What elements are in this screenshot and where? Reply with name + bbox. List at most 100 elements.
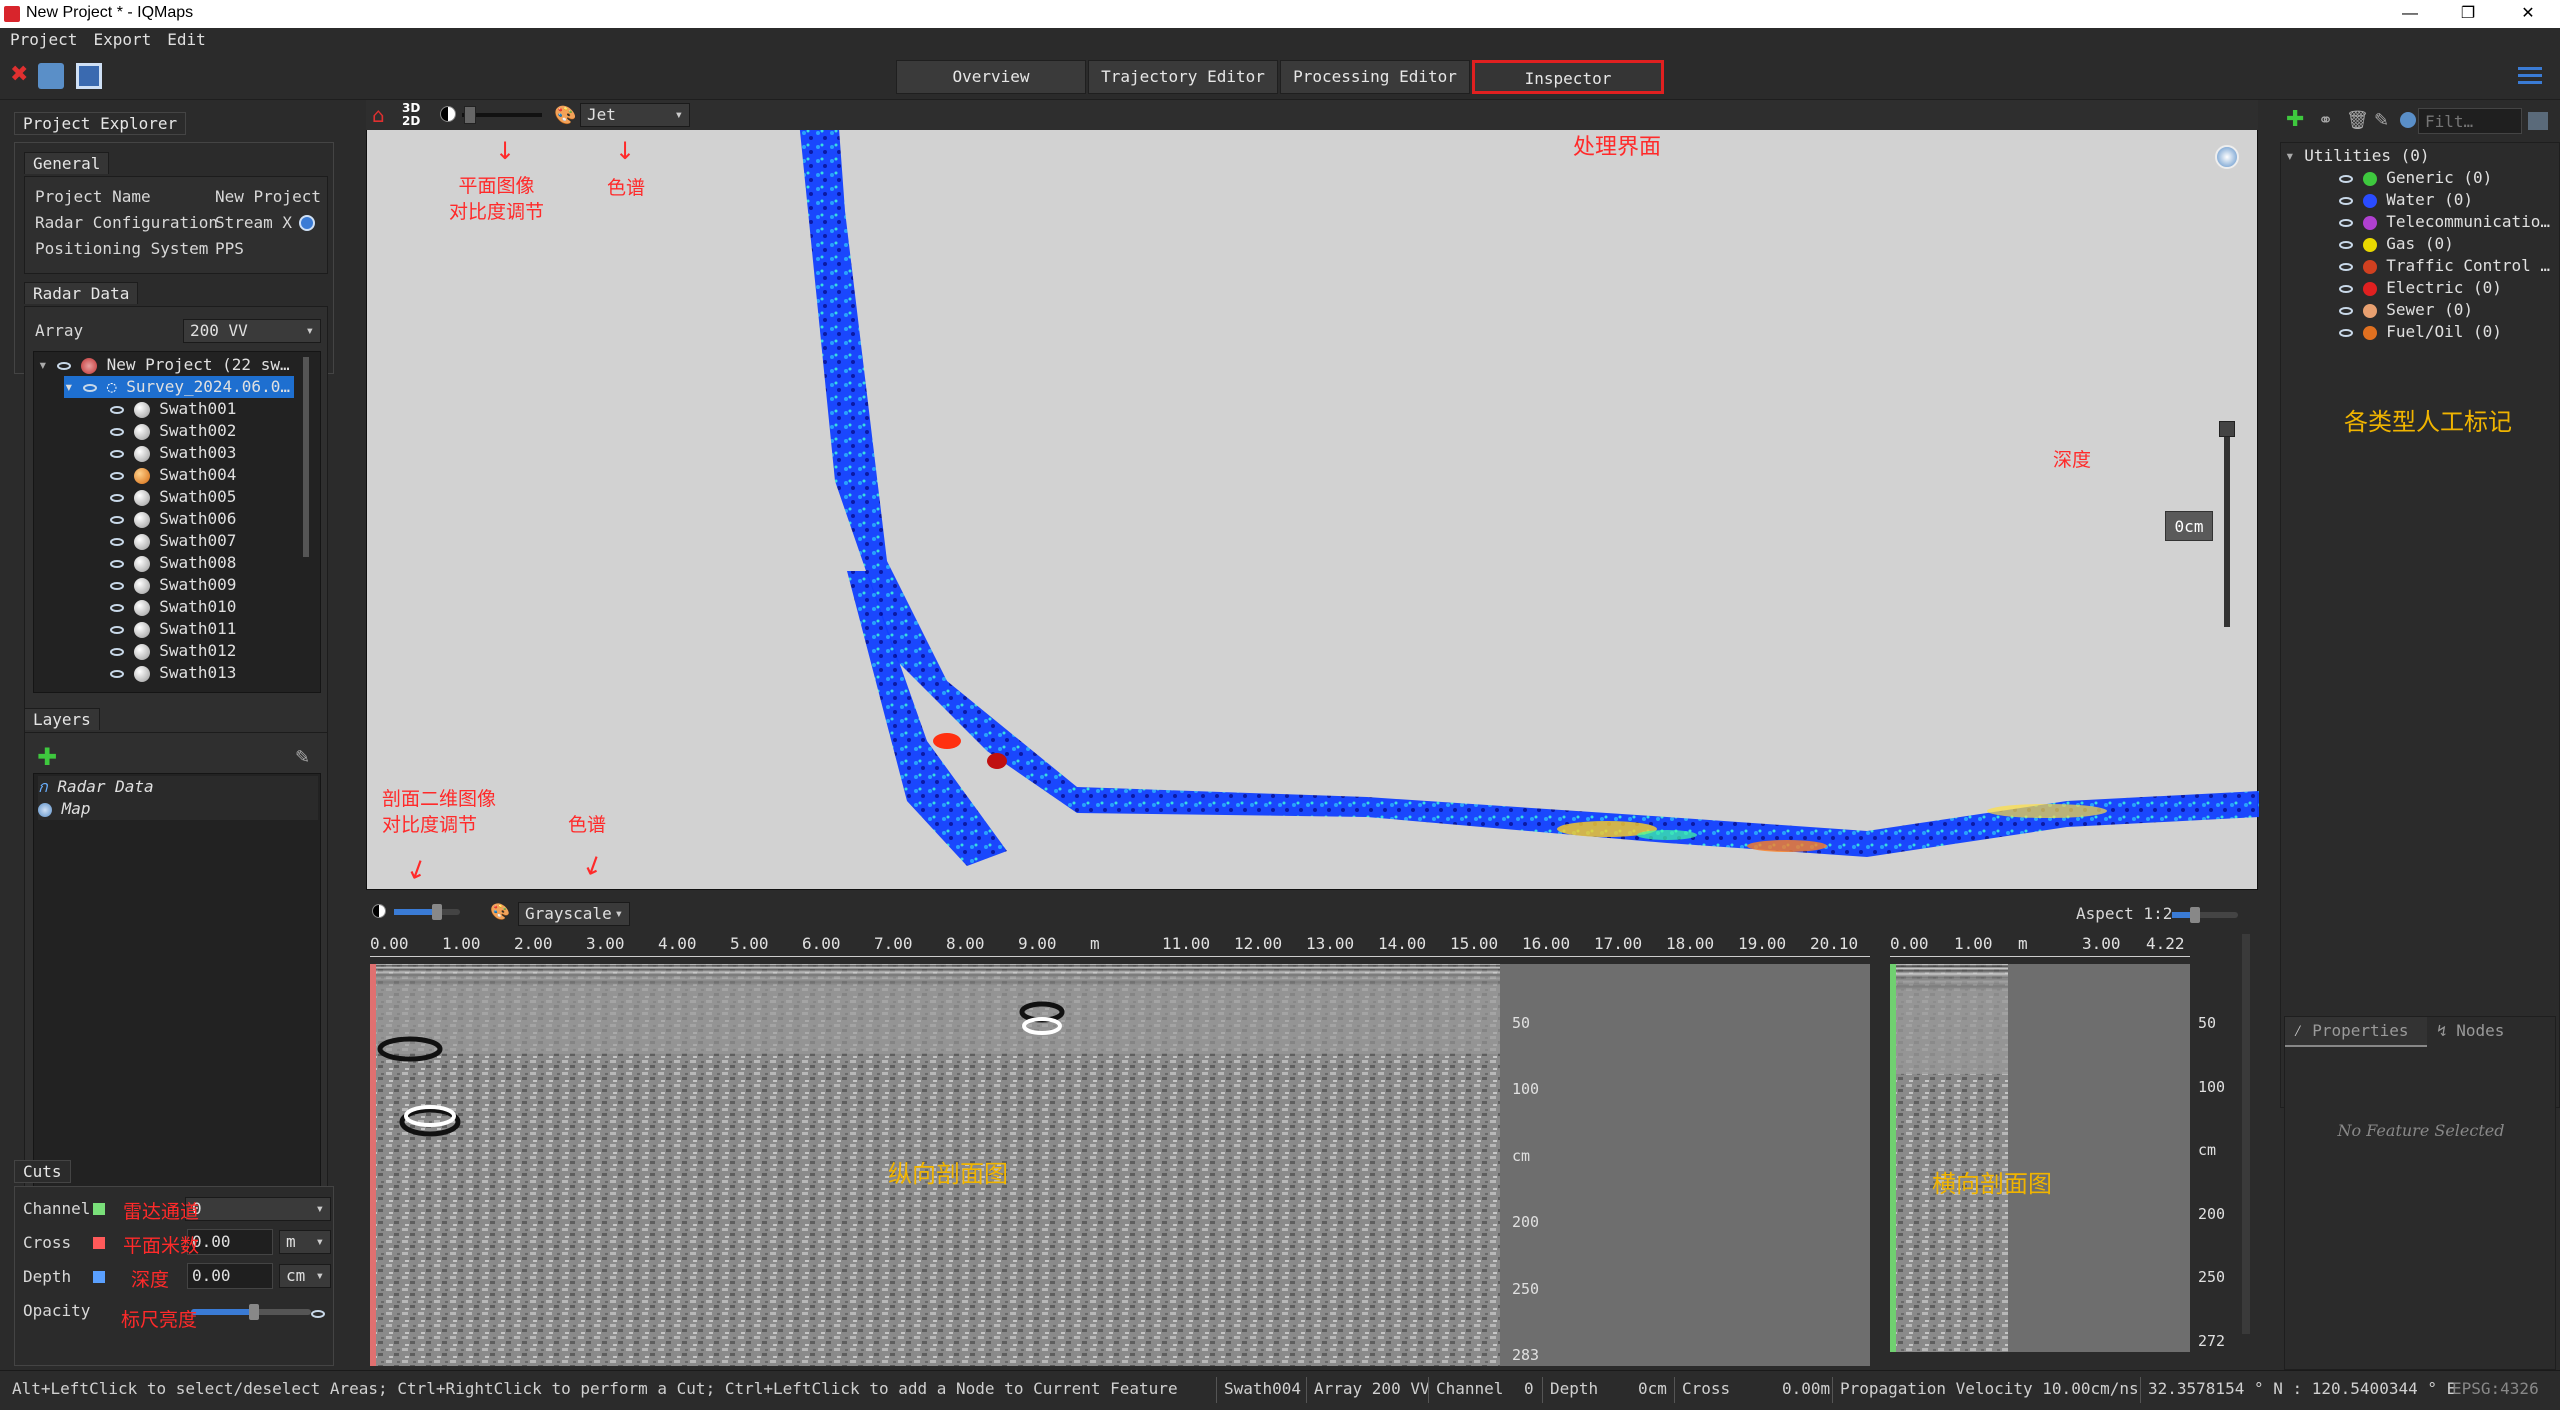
eye-icon[interactable]	[110, 669, 124, 678]
eye-icon[interactable]	[110, 537, 124, 546]
eye-icon[interactable]	[2339, 196, 2353, 205]
tab-processing-editor[interactable]: Processing Editor	[1280, 60, 1470, 94]
link-icon[interactable]: ⚭	[2318, 110, 2333, 131]
menu-edit[interactable]: Edit	[157, 28, 212, 49]
profile-colormap-select[interactable]: Grayscale	[518, 902, 630, 926]
cross-input[interactable]: 0.00	[187, 1229, 273, 1255]
depth-unit-select[interactable]: cm	[279, 1264, 331, 1288]
channel-select[interactable]: 0	[185, 1197, 331, 1221]
utility-item[interactable]: Fuel/Oil (0)	[2339, 321, 2502, 343]
utility-item[interactable]: Electric (0)	[2339, 277, 2502, 299]
layer-radar-data[interactable]: ก Radar Data	[38, 776, 318, 798]
opacity-eye-icon[interactable]	[311, 1303, 325, 1322]
profile-contrast-slider[interactable]	[394, 904, 460, 920]
aspect-slider-handle[interactable]	[2190, 907, 2200, 923]
tab-overview[interactable]: Overview	[896, 60, 1086, 94]
menu-hamburger-icon[interactable]	[2516, 63, 2544, 89]
eye-icon[interactable]	[2339, 174, 2353, 183]
swath-item[interactable]: Swath009	[110, 574, 236, 596]
close-project-icon[interactable]: ✖	[10, 63, 30, 89]
swath-item[interactable]: Swath012	[110, 640, 236, 662]
depth-input[interactable]: 0.00	[187, 1263, 273, 1289]
eye-icon[interactable]	[110, 493, 124, 502]
swath-item[interactable]: Swath013	[110, 662, 236, 684]
swath-item[interactable]: Swath004	[110, 464, 236, 486]
close-window-button[interactable]: ✕	[2500, 0, 2556, 28]
swath-item[interactable]: Swath001	[110, 398, 236, 420]
depth-slider-handle[interactable]	[2219, 421, 2235, 437]
eye-icon[interactable]	[110, 405, 124, 414]
opacity-slider-handle[interactable]	[249, 1304, 259, 1320]
feature-filter-input[interactable]	[2418, 108, 2522, 134]
info-icon[interactable]	[299, 215, 315, 231]
swath-item[interactable]: Swath005	[110, 486, 236, 508]
trash-icon[interactable]: 🗑	[2346, 110, 2369, 131]
view-options-icon[interactable]	[2528, 112, 2548, 130]
add-feature-icon[interactable]: ✚	[2286, 109, 2304, 131]
eye-icon[interactable]	[83, 383, 98, 392]
home-icon[interactable]: ⌂	[372, 105, 394, 125]
view-mode-toggle[interactable]: 3D 2D	[402, 102, 428, 128]
menu-export[interactable]: Export	[83, 28, 157, 49]
map-view[interactable]: 处理界面 深度 0cm 平面图像 对比度调节 色谱 ↓ ↓	[366, 100, 2259, 891]
longitudinal-profile[interactable]	[370, 964, 1870, 1366]
swath-item[interactable]: Swath007	[110, 530, 236, 552]
eye-icon[interactable]	[110, 515, 124, 524]
profile-contrast-handle[interactable]	[432, 904, 442, 920]
tree-root[interactable]: ▾ New Project (22 sw…	[38, 354, 290, 376]
add-layer-icon[interactable]: ✚	[37, 745, 57, 769]
utility-item[interactable]: Gas (0)	[2339, 233, 2454, 255]
save-icon[interactable]	[76, 63, 102, 89]
maximize-button[interactable]: ❐	[2440, 0, 2496, 28]
open-folder-icon[interactable]	[38, 63, 64, 89]
eye-icon[interactable]	[2339, 262, 2353, 271]
opacity-slider[interactable]	[191, 1304, 311, 1320]
brush-icon[interactable]: ✎	[295, 747, 310, 768]
eye-icon[interactable]	[2339, 328, 2353, 337]
cross-profile[interactable]	[1890, 964, 2190, 1352]
utility-item[interactable]: Water (0)	[2339, 189, 2473, 211]
eye-icon[interactable]	[110, 559, 124, 568]
tab-nodes[interactable]: ↯ Nodes	[2429, 1017, 2539, 1047]
eye-icon[interactable]	[2339, 306, 2353, 315]
tree-scrollbar[interactable]	[303, 357, 309, 557]
cross-unit-select[interactable]: m	[279, 1230, 331, 1254]
swath-item[interactable]: Swath010	[110, 596, 236, 618]
tree-survey[interactable]: ▾ ◌ Survey_2024.06.0…	[64, 376, 294, 398]
swath-item[interactable]: Swath008	[110, 552, 236, 574]
eye-icon[interactable]	[2339, 218, 2353, 227]
eye-icon[interactable]	[110, 427, 124, 436]
tab-properties[interactable]: ⁄ Properties	[2285, 1017, 2427, 1047]
map-contrast-slider[interactable]	[462, 106, 542, 124]
menu-project[interactable]: Project	[0, 28, 83, 49]
map-contrast-handle[interactable]	[464, 106, 476, 124]
map-colormap-select[interactable]: Jet	[580, 103, 690, 127]
eye-icon[interactable]	[2339, 240, 2353, 249]
swath-item[interactable]: Swath002	[110, 420, 236, 442]
eye-icon[interactable]	[110, 449, 124, 458]
profile-scrollbar[interactable]	[2242, 934, 2250, 1334]
eye-icon[interactable]	[57, 361, 72, 370]
eye-icon[interactable]	[110, 471, 124, 480]
tab-inspector[interactable]: Inspector	[1472, 60, 1664, 94]
swath-item[interactable]: Swath003	[110, 442, 236, 464]
swath-item[interactable]: Swath006	[110, 508, 236, 530]
eye-icon[interactable]	[110, 625, 124, 634]
eye-icon[interactable]	[2339, 284, 2353, 293]
eye-icon[interactable]	[110, 603, 124, 612]
utility-item[interactable]: Generic (0)	[2339, 167, 2492, 189]
swath-item[interactable]: Swath011	[110, 618, 236, 640]
utility-item[interactable]: Sewer (0)	[2339, 299, 2473, 321]
eye-icon[interactable]	[110, 647, 124, 656]
minimize-button[interactable]: —	[2382, 0, 2438, 28]
aspect-slider[interactable]	[2172, 907, 2238, 923]
globe-icon[interactable]	[2215, 145, 2239, 169]
eye-icon[interactable]	[110, 581, 124, 590]
layer-map[interactable]: Map	[38, 798, 318, 820]
array-select[interactable]: 200 VV	[183, 319, 321, 343]
utility-item[interactable]: Traffic Control …	[2339, 255, 2550, 277]
utilities-root[interactable]: ▾ Utilities (0)	[2285, 145, 2430, 167]
depth-slider[interactable]	[2219, 421, 2235, 627]
tab-trajectory-editor[interactable]: Trajectory Editor	[1088, 60, 1278, 94]
radar-swath-map[interactable]	[367, 101, 2259, 891]
